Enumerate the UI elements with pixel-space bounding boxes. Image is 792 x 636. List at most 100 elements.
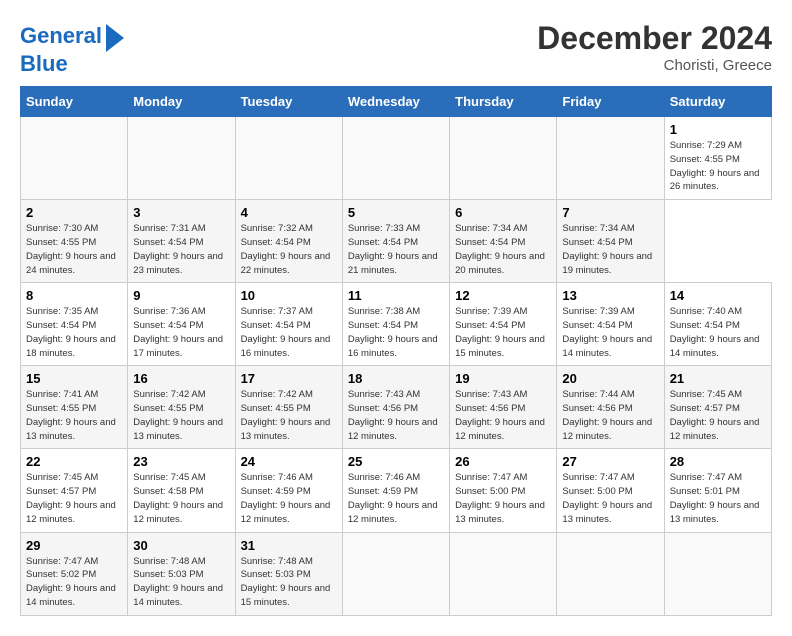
calendar-dow-wednesday: Wednesday — [342, 87, 449, 117]
calendar-week-5: 22Sunrise: 7:45 AMSunset: 4:57 PMDayligh… — [21, 449, 772, 532]
day-info: Sunrise: 7:35 AMSunset: 4:54 PMDaylight:… — [26, 305, 122, 360]
day-info: Sunrise: 7:46 AMSunset: 4:59 PMDaylight:… — [241, 471, 337, 526]
calendar-day-31: 31 Sunrise: 7:48 AMSunset: 5:03 PMDayligh… — [235, 532, 342, 615]
day-number: 24 — [241, 454, 337, 469]
calendar-day-30: 30Sunrise: 7:48 AMSunset: 5:03 PMDayligh… — [128, 532, 235, 615]
calendar-day-29: 29Sunrise: 7:47 AMSunset: 5:02 PMDayligh… — [21, 532, 128, 615]
day-number: 27 — [562, 454, 658, 469]
day-info: Sunrise: 7:33 AMSunset: 4:54 PMDaylight:… — [348, 222, 444, 277]
location: Choristi, Greece — [537, 57, 772, 74]
empty-cell — [128, 117, 235, 200]
day-info: Sunrise: 7:48 AMSunset: 5:03 PMDaylight:… — [241, 555, 337, 610]
day-info: Sunrise: 7:32 AMSunset: 4:54 PMDaylight:… — [241, 222, 337, 277]
calendar-day-1: 1Sunrise: 7:29 AMSunset: 4:55 PMDaylight… — [664, 117, 771, 200]
empty-cell — [450, 117, 557, 200]
day-number: 12 — [455, 288, 551, 303]
logo-text2: Blue — [20, 52, 68, 76]
day-info: Sunrise: 7:43 AMSunset: 4:56 PMDaylight:… — [348, 388, 444, 443]
calendar-dow-friday: Friday — [557, 87, 664, 117]
calendar-day-5: 5 Sunrise: 7:33 AMSunset: 4:54 PMDaylight… — [342, 200, 449, 283]
day-number: 5 — [348, 205, 444, 220]
logo-arrow-icon — [106, 24, 124, 52]
calendar-dow-tuesday: Tuesday — [235, 87, 342, 117]
day-info: Sunrise: 7:47 AMSunset: 5:00 PMDaylight:… — [455, 471, 551, 526]
day-number: 4 — [241, 205, 337, 220]
empty-cell — [450, 532, 557, 615]
empty-cell — [664, 532, 771, 615]
calendar-day-10: 10Sunrise: 7:37 AMSunset: 4:54 PMDayligh… — [235, 283, 342, 366]
calendar-dow-thursday: Thursday — [450, 87, 557, 117]
day-number: 28 — [670, 454, 766, 469]
calendar-day-14: 14 Sunrise: 7:40 AMSunset: 4:54 PMDayligh… — [664, 283, 771, 366]
calendar-day-7: 7 Sunrise: 7:34 AMSunset: 4:54 PMDaylight… — [557, 200, 664, 283]
day-info: Sunrise: 7:36 AMSunset: 4:54 PMDaylight:… — [133, 305, 229, 360]
day-info: Sunrise: 7:46 AMSunset: 4:59 PMDaylight:… — [348, 471, 444, 526]
day-number: 9 — [133, 288, 229, 303]
calendar-day-26: 26 Sunrise: 7:47 AMSunset: 5:00 PMDayligh… — [450, 449, 557, 532]
calendar-dow-saturday: Saturday — [664, 87, 771, 117]
day-info: Sunrise: 7:39 AMSunset: 4:54 PMDaylight:… — [562, 305, 658, 360]
day-number: 6 — [455, 205, 551, 220]
day-number: 8 — [26, 288, 122, 303]
calendar-day-16: 16Sunrise: 7:42 AMSunset: 4:55 PMDayligh… — [128, 366, 235, 449]
day-number: 14 — [670, 288, 766, 303]
day-info: Sunrise: 7:42 AMSunset: 4:55 PMDaylight:… — [133, 388, 229, 443]
day-number: 18 — [348, 371, 444, 386]
calendar-day-3: 3 Sunrise: 7:31 AMSunset: 4:54 PMDaylight… — [128, 200, 235, 283]
calendar-week-3: 8 Sunrise: 7:35 AMSunset: 4:54 PMDaylight… — [21, 283, 772, 366]
calendar-week-2: 2 Sunrise: 7:30 AMSunset: 4:55 PMDaylight… — [21, 200, 772, 283]
empty-cell — [21, 117, 128, 200]
day-number: 23 — [133, 454, 229, 469]
calendar-dow-sunday: Sunday — [21, 87, 128, 117]
empty-cell — [342, 117, 449, 200]
calendar-day-18: 18 Sunrise: 7:43 AMSunset: 4:56 PMDayligh… — [342, 366, 449, 449]
day-number: 2 — [26, 205, 122, 220]
calendar-day-24: 24 Sunrise: 7:46 AMSunset: 4:59 PMDayligh… — [235, 449, 342, 532]
day-number: 31 — [241, 538, 337, 553]
logo-text: General — [20, 24, 102, 48]
day-number: 19 — [455, 371, 551, 386]
day-number: 13 — [562, 288, 658, 303]
empty-cell — [557, 117, 664, 200]
calendar-day-4: 4 Sunrise: 7:32 AMSunset: 4:54 PMDaylight… — [235, 200, 342, 283]
day-number: 26 — [455, 454, 551, 469]
empty-cell — [235, 117, 342, 200]
calendar-week-1: 1Sunrise: 7:29 AMSunset: 4:55 PMDaylight… — [21, 117, 772, 200]
calendar-day-25: 25Sunrise: 7:46 AMSunset: 4:59 PMDayligh… — [342, 449, 449, 532]
title-block: December 2024 Choristi, Greece — [537, 20, 772, 74]
day-info: Sunrise: 7:38 AMSunset: 4:54 PMDaylight:… — [348, 305, 444, 360]
day-info: Sunrise: 7:31 AMSunset: 4:54 PMDaylight:… — [133, 222, 229, 277]
calendar-day-28: 28Sunrise: 7:47 AMSunset: 5:01 PMDayligh… — [664, 449, 771, 532]
calendar-day-2: 2 Sunrise: 7:30 AMSunset: 4:55 PMDaylight… — [21, 200, 128, 283]
calendar-day-13: 13 Sunrise: 7:39 AMSunset: 4:54 PMDayligh… — [557, 283, 664, 366]
day-number: 20 — [562, 371, 658, 386]
day-number: 7 — [562, 205, 658, 220]
day-number: 10 — [241, 288, 337, 303]
calendar-day-6: 6 Sunrise: 7:34 AMSunset: 4:54 PMDaylight… — [450, 200, 557, 283]
calendar-day-19: 19Sunrise: 7:43 AMSunset: 4:56 PMDayligh… — [450, 366, 557, 449]
logo: General Blue — [20, 20, 124, 76]
page-header: General Blue December 2024 Choristi, Gre… — [20, 20, 772, 76]
calendar-day-17: 17 Sunrise: 7:42 AMSunset: 4:55 PMDayligh… — [235, 366, 342, 449]
calendar-header-row: SundayMondayTuesdayWednesdayThursdayFrid… — [21, 87, 772, 117]
day-info: Sunrise: 7:45 AMSunset: 4:57 PMDaylight:… — [670, 388, 766, 443]
calendar-table: SundayMondayTuesdayWednesdayThursdayFrid… — [20, 86, 772, 615]
day-number: 3 — [133, 205, 229, 220]
day-info: Sunrise: 7:34 AMSunset: 4:54 PMDaylight:… — [455, 222, 551, 277]
day-info: Sunrise: 7:40 AMSunset: 4:54 PMDaylight:… — [670, 305, 766, 360]
calendar-day-23: 23 Sunrise: 7:45 AMSunset: 4:58 PMDayligh… — [128, 449, 235, 532]
day-info: Sunrise: 7:42 AMSunset: 4:55 PMDaylight:… — [241, 388, 337, 443]
day-info: Sunrise: 7:30 AMSunset: 4:55 PMDaylight:… — [26, 222, 122, 277]
day-info: Sunrise: 7:48 AMSunset: 5:03 PMDaylight:… — [133, 555, 229, 610]
day-info: Sunrise: 7:39 AMSunset: 4:54 PMDaylight:… — [455, 305, 551, 360]
day-info: Sunrise: 7:34 AMSunset: 4:54 PMDaylight:… — [562, 222, 658, 277]
day-number: 11 — [348, 288, 444, 303]
calendar-dow-monday: Monday — [128, 87, 235, 117]
calendar-week-6: 29Sunrise: 7:47 AMSunset: 5:02 PMDayligh… — [21, 532, 772, 615]
day-info: Sunrise: 7:47 AMSunset: 5:00 PMDaylight:… — [562, 471, 658, 526]
day-number: 17 — [241, 371, 337, 386]
day-info: Sunrise: 7:41 AMSunset: 4:55 PMDaylight:… — [26, 388, 122, 443]
calendar-day-20: 20Sunrise: 7:44 AMSunset: 4:56 PMDayligh… — [557, 366, 664, 449]
calendar-week-4: 15Sunrise: 7:41 AMSunset: 4:55 PMDayligh… — [21, 366, 772, 449]
day-info: Sunrise: 7:45 AMSunset: 4:58 PMDaylight:… — [133, 471, 229, 526]
